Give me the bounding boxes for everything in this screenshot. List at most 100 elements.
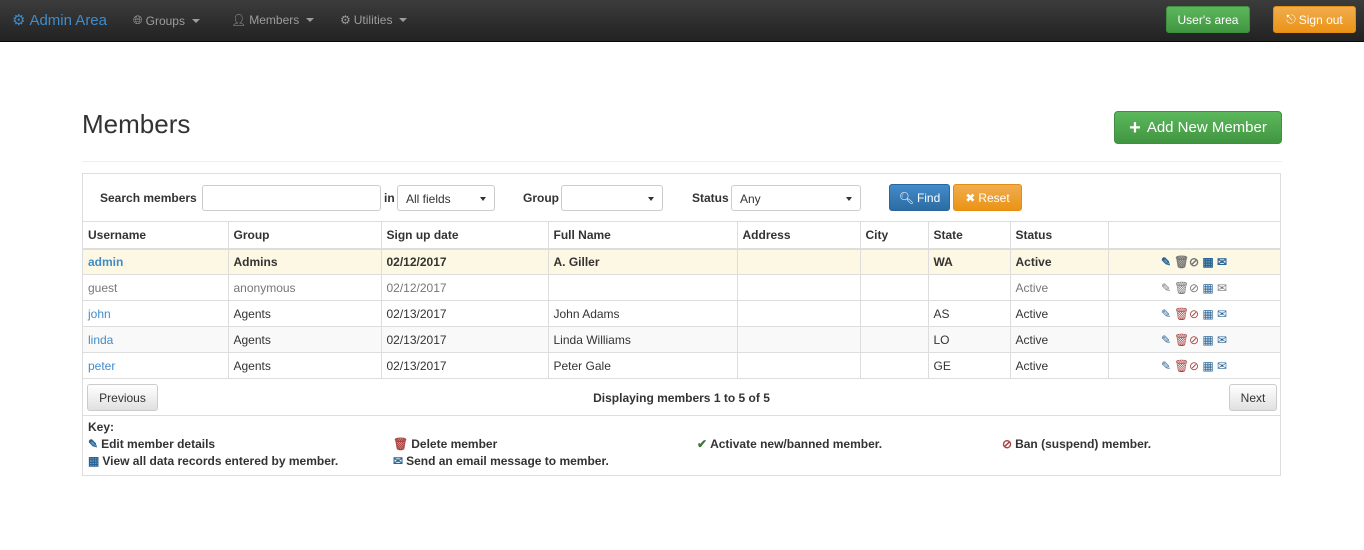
trash-icon[interactable]: 🗑︎ xyxy=(1174,307,1189,321)
actions-cell: ✎ 🗑︎⊘ ▦ ✉ xyxy=(1108,326,1280,353)
table-row: linda Agents 02/13/2017 Linda Williams L… xyxy=(83,326,1280,353)
username-cell: admin xyxy=(83,248,229,275)
envelope-icon[interactable]: ✉ xyxy=(1216,255,1228,269)
th-grid-icon[interactable]: ▦ xyxy=(1202,333,1214,347)
next-button[interactable]: Next xyxy=(1229,384,1277,411)
nav-groups-label: Groups xyxy=(145,13,185,28)
pagination-from: 1 xyxy=(713,391,721,405)
trash-icon[interactable]: 🗑︎ xyxy=(1174,359,1189,373)
th-grid-icon[interactable]: ▦ xyxy=(1202,281,1214,295)
envelope-icon: ✉ xyxy=(1216,280,1228,295)
actions-cell: ✎ 🗑︎⊘ ▦ ✉ xyxy=(1108,274,1280,301)
th-grid-icon[interactable]: ▦ xyxy=(1202,307,1214,321)
column-header-city[interactable]: City xyxy=(860,221,929,250)
username-link[interactable]: john xyxy=(88,307,111,321)
column-header-signup-date[interactable]: Sign up date xyxy=(381,221,549,250)
signup-cell: 02/13/2017 xyxy=(381,352,549,379)
city-cell xyxy=(860,248,929,275)
find-button[interactable]: 🔍︎ Find xyxy=(889,184,950,211)
envelope-icon[interactable]: ✉ xyxy=(1216,333,1228,347)
caret-down-icon xyxy=(191,18,200,23)
fullname-cell xyxy=(548,274,738,301)
brand-label: Admin Area xyxy=(29,11,107,29)
pagination-total: 5 xyxy=(763,391,770,405)
column-header-state[interactable]: State xyxy=(928,221,1011,250)
ban-icon: ⊘ xyxy=(1002,437,1013,451)
th-grid-icon[interactable]: ▦ xyxy=(1202,359,1214,373)
add-new-member-button[interactable]: + Add New Member xyxy=(1114,111,1282,144)
column-header-address[interactable]: Address xyxy=(737,221,861,250)
pencil-icon[interactable]: ✎ xyxy=(1160,307,1172,321)
reset-button[interactable]: ✖ Reset xyxy=(953,184,1022,211)
pencil-icon[interactable]: ✎ xyxy=(1160,333,1172,347)
remove-icon: ✖ xyxy=(965,190,976,205)
ban-icon[interactable]: ⊘ xyxy=(1188,307,1200,321)
city-cell xyxy=(860,300,929,327)
fullname-cell: Peter Gale xyxy=(548,352,738,379)
ban-icon[interactable]: ⊘ xyxy=(1188,359,1200,373)
th-grid-icon[interactable]: ▦ xyxy=(1202,255,1214,269)
find-label: Find xyxy=(916,190,941,205)
status-label: Status xyxy=(692,191,729,205)
gear-icon: ⚙ xyxy=(12,12,26,29)
column-header-status[interactable]: Status xyxy=(1010,221,1109,250)
username-link[interactable]: admin xyxy=(88,255,123,269)
sign-out-button[interactable]: ⎋ Sign out xyxy=(1273,6,1356,33)
group-cell: anonymous xyxy=(228,274,382,301)
key-records-label: View all data records entered by member. xyxy=(102,454,339,468)
address-cell xyxy=(737,300,861,327)
key-email: ✉ Send an email message to member. xyxy=(393,454,609,468)
username-cell: guest xyxy=(83,274,229,301)
group-cell: Agents xyxy=(228,300,382,327)
nav-groups-menu[interactable]: 🌐︎ Groups xyxy=(133,13,200,28)
caret-down-icon xyxy=(306,18,315,22)
header-divider xyxy=(82,161,1282,162)
state-cell: LO xyxy=(928,326,1011,353)
key-activate-label: Activate new/banned member. xyxy=(710,437,883,451)
key-delete-label: Delete member xyxy=(411,437,498,451)
address-cell xyxy=(737,274,861,301)
column-header-group[interactable]: Group xyxy=(228,221,382,250)
column-header-full-name[interactable]: Full Name xyxy=(548,221,738,250)
fullname-cell: John Adams xyxy=(548,300,738,327)
nav-members-menu[interactable]: 👤︎ Members xyxy=(231,13,315,27)
search-icon: 🔍︎ xyxy=(898,190,914,205)
username-link[interactable]: guest xyxy=(88,281,117,295)
username-link[interactable]: linda xyxy=(88,333,113,347)
address-cell xyxy=(737,352,861,379)
pencil-icon[interactable]: ✎ xyxy=(1160,255,1172,269)
city-cell xyxy=(860,352,929,379)
status-select[interactable]: Any xyxy=(731,185,861,211)
nav-utilities-menu[interactable]: ⚙ Utilities xyxy=(340,13,408,27)
search-field-select[interactable]: All fields xyxy=(397,185,495,211)
reset-label: Reset xyxy=(978,190,1010,205)
table-row: admin Admins 02/12/2017 A. Giller WA Act… xyxy=(83,248,1280,275)
key-title: Key: xyxy=(88,420,115,434)
pencil-icon[interactable]: ✎ xyxy=(1160,281,1172,295)
group-cell: Agents xyxy=(228,326,382,353)
log-out-icon: ⎋ xyxy=(1286,12,1296,26)
key-email-label: Send an email message to member. xyxy=(406,454,609,468)
username-link[interactable]: peter xyxy=(88,359,115,373)
nav-members-label: Members xyxy=(249,13,300,27)
caret-down-icon xyxy=(399,18,408,22)
sign-out-label: Sign out xyxy=(1298,12,1343,27)
envelope-icon[interactable]: ✉ xyxy=(1216,307,1228,321)
table-row: john Agents 02/13/2017 John Adams AS Act… xyxy=(83,300,1280,327)
envelope-icon[interactable]: ✉ xyxy=(1216,359,1228,373)
brand-link[interactable]: ⚙ Admin Area xyxy=(12,11,107,30)
pencil-icon: ✎ xyxy=(88,437,99,451)
members-panel: Search members in All fields Group Statu… xyxy=(82,173,1281,476)
trash-icon[interactable]: 🗑︎ xyxy=(1174,333,1189,347)
key-ban: ⊘ Ban (suspend) member. xyxy=(1002,437,1151,451)
status-select-value: Any xyxy=(740,192,761,206)
pencil-icon[interactable]: ✎ xyxy=(1160,359,1172,373)
trash-icon: 🗑︎ xyxy=(1174,254,1190,269)
users-area-button[interactable]: User's area xyxy=(1166,6,1250,33)
actions-cell: ✎ 🗑︎⊘ ▦ ✉ xyxy=(1108,248,1280,275)
status-cell: Active xyxy=(1010,352,1109,379)
group-select[interactable] xyxy=(561,185,663,211)
column-header-username[interactable]: Username xyxy=(83,221,229,250)
ban-icon[interactable]: ⊘ xyxy=(1188,333,1200,347)
search-input[interactable] xyxy=(202,185,381,211)
